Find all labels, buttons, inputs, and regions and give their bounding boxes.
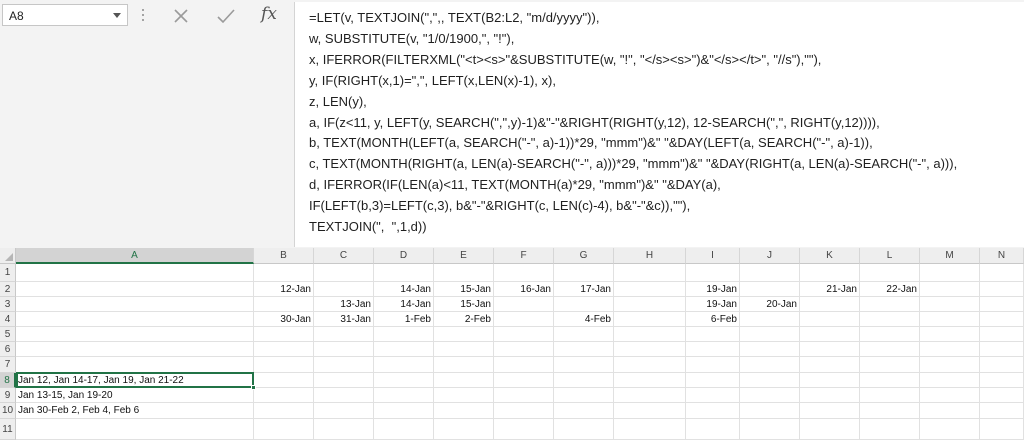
formula-line: =LET(v, TEXTJOIN(",",, TEXT(B2:L2, "m/d/… xyxy=(309,10,600,25)
cell-i4[interactable]: 6-Feb xyxy=(686,312,740,327)
column-header-b[interactable]: B xyxy=(254,248,314,264)
formula-line: d, IFERROR(IF(LEN(a)<11, TEXT(MONTH(a)*2… xyxy=(309,177,721,193)
column-header-m[interactable]: M xyxy=(920,248,980,264)
cell-k2[interactable]: 21-Jan xyxy=(800,282,860,297)
formula-line: a, IF(z<11, y, LEFT(y, SEARCH(",",y)-1)&… xyxy=(309,114,880,130)
cell-e4[interactable]: 2-Feb xyxy=(434,312,494,327)
cell-e2[interactable]: 15-Jan xyxy=(434,282,494,297)
column-header-j[interactable]: J xyxy=(740,248,800,264)
formula-text: =LET(v, TEXTJOIN(",",, TEXT(B2:L2, "m/d/… xyxy=(309,8,957,238)
close-x-icon xyxy=(174,9,188,23)
name-box-value: A8 xyxy=(9,9,24,23)
row-header-6[interactable]: 6 xyxy=(0,342,16,357)
cell-f2[interactable]: 16-Jan xyxy=(494,282,554,297)
formula-line: w, SUBSTITUTE(v, "1/0/1900,", "!"), xyxy=(309,30,515,46)
row-header-8[interactable]: 8 xyxy=(0,373,16,388)
cell-i3[interactable]: 19-Jan xyxy=(686,297,740,312)
row-header-11[interactable]: 11 xyxy=(0,419,16,440)
gridline xyxy=(16,341,1024,342)
row-header-7[interactable]: 7 xyxy=(0,357,16,373)
select-all-button[interactable] xyxy=(0,248,16,264)
cell-g4[interactable]: 4-Feb xyxy=(554,312,614,327)
fx-icon: fx xyxy=(261,4,277,24)
column-header-e[interactable]: E xyxy=(434,248,494,264)
row-header-4[interactable]: 4 xyxy=(0,312,16,327)
checkmark-icon xyxy=(217,9,235,24)
formula-line: IF(LEFT(b,3)=LEFT(c,3), b&"-"&RIGHT(c, L… xyxy=(309,198,691,214)
worksheet-grid[interactable]: A B C D E F G H I J K L M N 1 2 3 4 5 6 7 8 9 10 11 12-Jan 14-Jan 1… xyxy=(0,248,1024,440)
cell-d4[interactable]: 1-Feb xyxy=(374,312,434,327)
row-header-10[interactable]: 10 xyxy=(0,403,16,419)
row-header-1[interactable]: 1 xyxy=(0,264,16,282)
column-header-i[interactable]: I xyxy=(686,248,740,264)
column-header-g[interactable]: G xyxy=(554,248,614,264)
cell-g2[interactable]: 17-Jan xyxy=(554,282,614,297)
column-header-l[interactable]: L xyxy=(860,248,920,264)
column-header-k[interactable]: K xyxy=(800,248,860,264)
row-header-2[interactable]: 2 xyxy=(0,282,16,297)
formula-line: TEXTJOIN(", ",1,d)) xyxy=(309,219,427,235)
insert-function-button[interactable]: fx xyxy=(256,2,282,26)
column-header-h[interactable]: H xyxy=(614,248,686,264)
formula-line: c, TEXT(MONTH(RIGHT(a, LEN(a)-SEARCH("-"… xyxy=(309,156,958,172)
cell-a9[interactable]: Jan 13-15, Jan 19-20 xyxy=(16,388,254,403)
cell-d2[interactable]: 14-Jan xyxy=(374,282,434,297)
formula-line: x, IFERROR(FILTERXML("<t><s>"&SUBSTITUTE… xyxy=(309,51,822,67)
row-header-9[interactable]: 9 xyxy=(0,388,16,403)
row-header-3[interactable]: 3 xyxy=(0,297,16,312)
cell-d3[interactable]: 14-Jan xyxy=(374,297,434,312)
row-header-5[interactable]: 5 xyxy=(0,327,16,342)
gridline xyxy=(16,311,1024,312)
fill-handle[interactable] xyxy=(251,385,256,390)
cell-b4[interactable]: 30-Jan xyxy=(254,312,314,327)
formula-line: z, LEN(y), xyxy=(309,93,367,109)
gridline xyxy=(16,326,1024,327)
column-header-f[interactable]: F xyxy=(494,248,554,264)
formula-line: b, TEXT(MONTH(LEFT(a, SEARCH("-", a)-1))… xyxy=(309,135,873,151)
formula-bar-area: A8 fx =LET(v, TEXTJOIN(",",, TEXT(B2:L2,… xyxy=(0,0,1024,248)
cell-c3[interactable]: 13-Jan xyxy=(314,297,374,312)
drag-handle-icon[interactable] xyxy=(141,7,145,23)
chevron-down-icon[interactable] xyxy=(113,13,121,18)
cell-a10[interactable]: Jan 30-Feb 2, Feb 4, Feb 6 xyxy=(16,403,254,419)
enter-button[interactable] xyxy=(215,6,237,26)
name-box[interactable]: A8 xyxy=(2,4,128,26)
active-cell-border xyxy=(16,372,254,388)
column-header-c[interactable]: C xyxy=(314,248,374,264)
column-header-n[interactable]: N xyxy=(980,248,1024,264)
column-header-a[interactable]: A xyxy=(16,248,254,264)
formula-line: y, IF(RIGHT(x,1)=",", LEFT(x,LEN(x)-1), … xyxy=(309,72,556,88)
cell-b2[interactable]: 12-Jan xyxy=(254,282,314,297)
column-header-d[interactable]: D xyxy=(374,248,434,264)
gridline xyxy=(16,356,1024,357)
formula-input[interactable]: =LET(v, TEXTJOIN(",",, TEXT(B2:L2, "m/d/… xyxy=(294,2,1024,247)
cell-l2[interactable]: 22-Jan xyxy=(860,282,920,297)
cancel-button[interactable] xyxy=(171,6,191,26)
gridline xyxy=(979,264,980,440)
cell-j3[interactable]: 20-Jan xyxy=(740,297,800,312)
cell-i2[interactable]: 19-Jan xyxy=(686,282,740,297)
cell-c4[interactable]: 31-Jan xyxy=(314,312,374,327)
cell-e3[interactable]: 15-Jan xyxy=(434,297,494,312)
